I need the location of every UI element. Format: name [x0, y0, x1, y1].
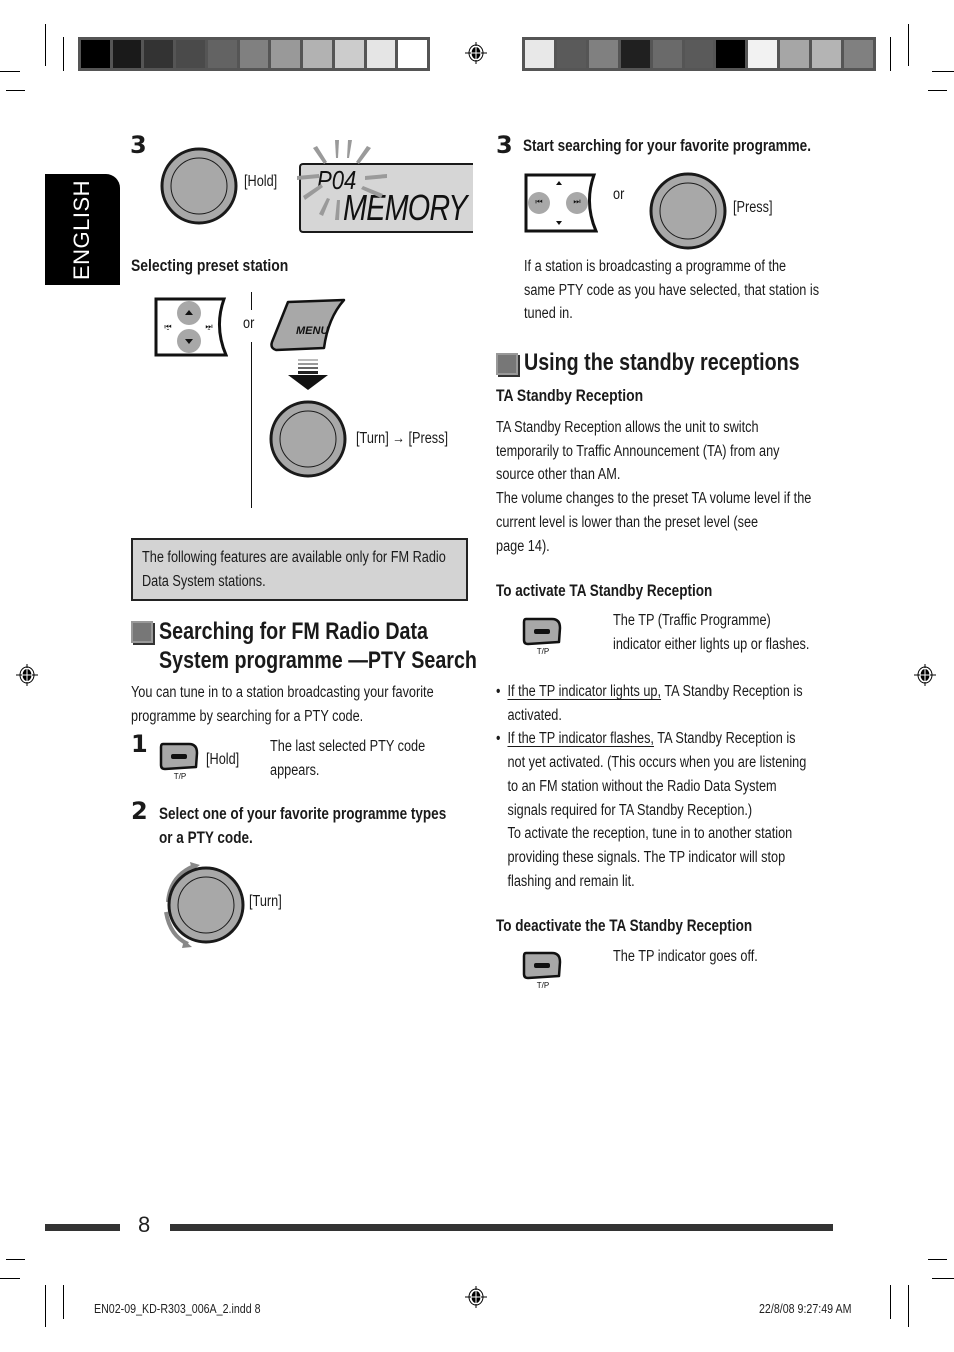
vertical-divider: [251, 342, 252, 508]
rotate-knob-icon[interactable]: [158, 862, 248, 948]
calibration-swatch: [812, 40, 842, 68]
svg-text:⏭: ⏭: [573, 197, 580, 206]
calibration-swatch: [844, 40, 873, 68]
calibration-swatch: [780, 40, 810, 68]
section-bullet-icon: [131, 621, 153, 643]
step-number: 2: [131, 797, 148, 825]
calibration-swatch: [684, 40, 714, 68]
deactivate-heading: To deactivate the TA Standby Reception: [496, 917, 753, 935]
menu-button-icon[interactable]: MENU: [270, 298, 348, 353]
section-heading-selecting-preset: Selecting preset station: [131, 256, 289, 275]
or-label: or: [243, 315, 255, 332]
pty-intro-text: You can tune in to a station broadcastin…: [131, 684, 434, 725]
tp-button-label: T/P: [537, 981, 549, 990]
calibration-swatch: [748, 40, 778, 68]
calibration-swatch: [525, 40, 554, 68]
step1-description: The last selected PTY code appears.: [270, 738, 426, 779]
footer-rule-right: [170, 1224, 833, 1231]
language-tab-label: ENGLISH: [69, 179, 94, 281]
calibration-swatch: [334, 40, 364, 68]
bullet-item: If the TP indicator flashes, TA Standby …: [496, 727, 845, 893]
calibration-swatch: [398, 40, 428, 68]
step2-instruction: Select one of your favorite programme ty…: [159, 805, 447, 847]
registration-mark-icon: [16, 664, 38, 686]
calibration-swatch: [716, 40, 746, 68]
registration-mark-icon: [465, 1286, 487, 1308]
footer-rule-left: [45, 1224, 120, 1231]
tp-button-icon[interactable]: T/P: [522, 616, 564, 656]
activate-heading: To activate TA Standby Reception: [496, 582, 713, 600]
press-label: [Press]: [733, 199, 773, 216]
language-tab: ENGLISH: [45, 174, 120, 285]
rds-note-box: The following features are available onl…: [131, 538, 468, 601]
svg-text:⏮: ⏮: [535, 197, 542, 206]
rds-note-text: The following features are available onl…: [142, 549, 446, 590]
flashing-rays-icon: [297, 140, 387, 220]
turn-label: [Turn]: [249, 893, 282, 910]
menu-button-label: MENU: [296, 325, 329, 337]
tp-button-icon[interactable]: T/P: [522, 950, 564, 990]
down-arrow-icon: [288, 359, 328, 390]
step3-description: If a station is broadcasting a programme…: [524, 258, 820, 323]
step-number: 3: [130, 131, 147, 159]
svg-text:ˇ: ˇ: [167, 328, 170, 337]
hold-label: [Hold]: [244, 173, 278, 190]
ta-standby-paragraph: TA Standby Reception allows the unit to …: [496, 419, 812, 555]
tp-button-icon[interactable]: T/P: [159, 741, 201, 781]
control-knob-icon[interactable]: [160, 147, 238, 225]
tp-indicator-bullets: If the TP indicator lights up, TA Standb…: [496, 680, 845, 893]
seek-buttons-icon[interactable]: ⏮ ⏭: [524, 173, 598, 233]
calibration-swatch: [652, 40, 682, 68]
control-knob-icon[interactable]: [649, 172, 727, 250]
deactivate-description: The TP indicator goes off.: [613, 948, 758, 965]
step-number: 3: [496, 131, 513, 159]
calibration-swatch: [207, 40, 237, 68]
calibration-swatch: [303, 40, 332, 68]
footer-timestamp: 22/8/08 9:27:49 AM: [759, 1301, 852, 1316]
section-bullet-icon: [496, 353, 518, 375]
or-label: or: [613, 186, 625, 203]
section-title-standby: Using the standby receptions: [524, 349, 800, 376]
calibration-swatch: [144, 40, 174, 68]
control-knob-icon[interactable]: [269, 400, 347, 478]
preset-up-down-buttons-icon[interactable]: ⏮ ˇ ⏭ ˆ: [154, 297, 228, 357]
calibration-swatch: [271, 40, 301, 68]
grayscale-calibration-strip-right: [522, 37, 876, 71]
subheading-ta-standby: TA Standby Reception: [496, 386, 644, 405]
calibration-swatch: [620, 40, 650, 68]
calibration-swatch: [176, 40, 205, 68]
tp-button-label: T/P: [537, 647, 549, 656]
registration-mark-icon: [465, 42, 487, 64]
step-number: 1: [131, 730, 148, 758]
svg-text:ˆ: ˆ: [208, 328, 211, 337]
tp-button-label: T/P: [174, 772, 186, 781]
turn-press-label: [Turn] → [Press]: [356, 430, 449, 447]
calibration-swatch: [556, 40, 586, 68]
calibration-swatch: [81, 40, 110, 68]
hold-label: [Hold]: [206, 751, 240, 768]
registration-mark-icon: [914, 664, 936, 686]
footer-file-name: EN02-09_KD-R303_006A_2.indd 8: [94, 1301, 261, 1316]
calibration-swatch: [588, 40, 618, 68]
calibration-swatch: [112, 40, 142, 68]
step3-instruction: Start searching for your favorite progra…: [523, 137, 811, 155]
bullet-item: If the TP indicator lights up, TA Standb…: [496, 680, 845, 727]
section-title-pty-search: Searching for FM Radio Data System progr…: [159, 618, 477, 674]
activate-description: The TP (Traffic Programme) indicator eit…: [613, 612, 810, 653]
vertical-divider: [251, 292, 252, 310]
calibration-swatch: [366, 40, 396, 68]
calibration-swatch: [239, 40, 269, 68]
page-number: 8: [138, 1212, 151, 1237]
grayscale-calibration-strip-left: [78, 37, 430, 71]
